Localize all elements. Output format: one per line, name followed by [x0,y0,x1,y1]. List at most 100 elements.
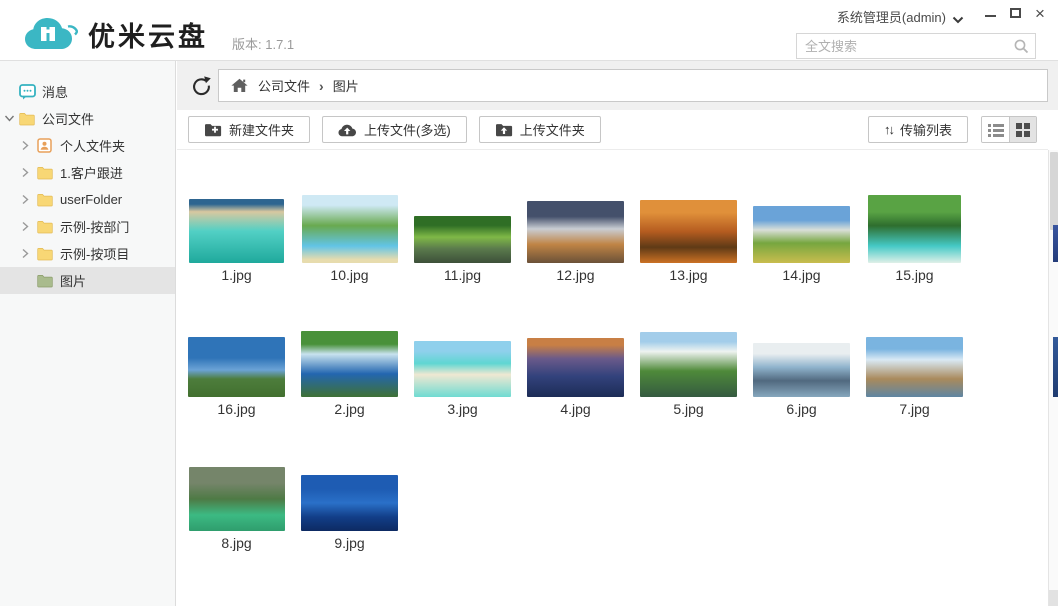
minimize-icon [985,15,996,17]
file-item[interactable]: 13.jpg [640,193,737,285]
scrollbar-thumb[interactable] [1050,152,1058,230]
home-icon[interactable] [231,78,248,93]
refresh-button[interactable] [187,72,215,100]
file-item[interactable]: 15.jpg [866,193,963,285]
chevron-right-icon[interactable] [22,140,37,151]
image-thumbnail[interactable] [753,343,850,397]
main-panel: 公司文件 › 图片 新建文件夹 上传文件(多选) [177,61,1058,606]
image-thumbnail[interactable] [189,467,285,531]
grid-view-button[interactable] [1009,117,1036,142]
refresh-icon [190,75,213,98]
folder-icon [37,166,55,180]
file-name: 13.jpg [640,266,737,285]
file-item[interactable]: 16.jpg [188,327,285,419]
image-thumbnail[interactable] [188,337,285,397]
app-logo-cloud-icon [24,11,78,56]
folder-icon [37,220,55,234]
thumbnail-wrapper [753,193,850,263]
file-name: 4.jpg [527,400,624,419]
file-name: 10.jpg [301,266,398,285]
sidebar-item-label: 示例-按项目 [60,244,129,263]
file-item[interactable]: 8.jpg [188,461,285,553]
close-button[interactable]: × [1029,3,1051,23]
upload-folder-button[interactable]: 上传文件夹 [479,116,601,143]
image-thumbnail[interactable] [868,195,961,263]
thumbnail-wrapper [640,327,737,397]
file-item[interactable]: 4.jpg [527,327,624,419]
sidebar-item-pictures[interactable]: 图片 [0,267,175,294]
search-input[interactable] [797,34,1035,58]
thumbnail-wrapper [640,193,737,263]
file-item[interactable]: 12.jpg [527,193,624,285]
thumbnail-wrapper [753,327,850,397]
file-item[interactable]: 1.jpg [188,193,285,285]
file-item[interactable]: 5.jpg [640,327,737,419]
user-menu-label[interactable]: 系统管理员(admin) [837,7,946,26]
file-name: 9.jpg [301,534,398,553]
minimize-button[interactable] [979,3,1001,23]
file-item[interactable]: 3.jpg [414,327,511,419]
clipped-thumbnail-sliver [1053,337,1058,397]
sidebar-item-label: 个人文件夹 [60,136,125,155]
sidebar-item-label: 图片 [60,271,86,290]
image-thumbnail[interactable] [527,201,624,263]
sidebar-item-customer-follow-up[interactable]: 1.客户跟进 [0,159,175,186]
maximize-button[interactable] [1004,3,1026,23]
file-item[interactable]: 9.jpg [301,461,398,553]
sidebar-item-example-by-project[interactable]: 示例-按项目 [0,240,175,267]
image-thumbnail[interactable] [640,200,737,263]
sidebar-item-messages[interactable]: 消息 [0,78,175,105]
image-thumbnail[interactable] [302,195,398,263]
chevron-down-icon[interactable] [4,115,19,122]
folder-icon [19,112,37,126]
sidebar-item-personal-folder[interactable]: 个人文件夹 [0,132,175,159]
file-item[interactable]: 7.jpg [866,327,963,419]
image-thumbnail[interactable] [189,199,284,263]
file-item[interactable]: 11.jpg [414,193,511,285]
chevron-right-icon[interactable] [22,194,37,205]
image-thumbnail[interactable] [866,337,963,397]
image-thumbnail[interactable] [301,331,398,397]
file-item[interactable]: 6.jpg [753,327,850,419]
search-icon[interactable] [1013,38,1030,60]
image-thumbnail[interactable] [753,206,850,263]
file-name: 16.jpg [188,400,285,419]
sidebar-item-label: 公司文件 [42,109,94,128]
cloud-upload-icon [338,123,357,137]
folder-icon [37,247,55,261]
chevron-right-icon[interactable] [22,221,37,232]
list-view-icon [988,123,1004,137]
user-menu-chevron-down-icon[interactable] [952,11,964,29]
thumbnail-wrapper [301,327,398,397]
new-folder-button[interactable]: 新建文件夹 [188,116,310,143]
sidebar: 消息公司文件个人文件夹 1.客户跟进 userFolder示例-按部门示例-按项目图… [0,61,176,606]
file-grid-row: 8.jpg 9.jpg [188,461,1048,553]
folder-icon [37,193,55,207]
chevron-right-icon[interactable] [22,167,37,178]
transfer-list-button[interactable]: ↑↓ 传输列表 [868,116,968,143]
chevron-right-icon[interactable] [22,248,37,259]
image-thumbnail[interactable] [414,341,511,397]
file-item[interactable]: 14.jpg [753,193,850,285]
image-thumbnail[interactable] [301,475,398,531]
breadcrumb-item-pictures[interactable]: 图片 [333,76,359,95]
grid-view-icon [1016,123,1030,137]
image-thumbnail[interactable] [527,338,624,397]
file-item[interactable]: 2.jpg [301,327,398,419]
thumbnail-wrapper [188,193,285,263]
image-thumbnail[interactable] [640,332,737,397]
personal-icon [37,138,55,153]
image-thumbnail[interactable] [414,216,511,263]
upload-files-button[interactable]: 上传文件(多选) [322,116,467,143]
breadcrumb-bar: 公司文件 › 图片 [177,61,1058,110]
sidebar-item-user-folder[interactable]: userFolder [0,186,175,213]
file-name: 14.jpg [753,266,850,285]
file-item[interactable]: 10.jpg [301,193,398,285]
file-name: 7.jpg [866,400,963,419]
file-name: 2.jpg [301,400,398,419]
sidebar-item-example-by-dept[interactable]: 示例-按部门 [0,213,175,240]
breadcrumb-item-company-files[interactable]: 公司文件 [258,76,310,95]
sidebar-item-label: 1.客户跟进 [60,163,123,182]
list-view-button[interactable] [982,117,1009,142]
sidebar-item-company-files[interactable]: 公司文件 [0,105,175,132]
